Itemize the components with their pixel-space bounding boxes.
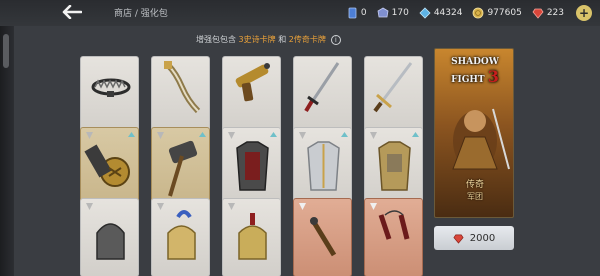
info-epic-count: 3史诗卡牌 xyxy=(238,35,276,44)
crested-helmet-icon xyxy=(238,213,267,260)
plus-icon: + xyxy=(578,6,590,20)
left-edge xyxy=(0,0,14,276)
hand-cannon-icon xyxy=(235,63,270,102)
currency-coins: 977605 xyxy=(472,7,522,19)
pack-price: 2000 xyxy=(469,232,496,244)
plate-armor-icon xyxy=(307,141,340,191)
breadcrumb: 商店 / 强化包 xyxy=(114,9,168,19)
ruby-icon xyxy=(453,233,464,244)
helmet-icon xyxy=(96,223,125,260)
currency-shards: 170 xyxy=(377,7,409,19)
logo-line1: SHADOW xyxy=(451,57,499,67)
info-and: 和 xyxy=(278,35,287,44)
card-heavy-armor[interactable] xyxy=(222,127,281,206)
back-button[interactable] xyxy=(58,2,86,22)
gem-blue-icon xyxy=(419,7,431,19)
booster-pack[interactable]: SHADOW FIGHT 3 传奇 军团 xyxy=(434,48,514,218)
shield-icon xyxy=(84,144,130,187)
currency-bar: 0 170 44324 977605 223 + xyxy=(336,4,592,22)
card-bear-trap[interactable] xyxy=(80,56,139,135)
armor-icon xyxy=(378,141,411,191)
card-war-hammer[interactable] xyxy=(151,127,210,206)
bear-trap-icon xyxy=(91,78,131,97)
card-shield[interactable] xyxy=(80,127,139,206)
pack-contents-info: 增强包包含 3史诗卡牌 和 2传奇卡牌 i xyxy=(196,34,341,45)
pack-faction: 军团 xyxy=(467,192,483,201)
saber-icon xyxy=(373,62,413,113)
katana-icon xyxy=(304,62,340,113)
currency-value: 977605 xyxy=(487,8,522,18)
card-armor[interactable] xyxy=(364,127,423,206)
card-grid xyxy=(80,56,424,276)
logo-line2: FIGHT xyxy=(451,75,485,85)
pack-rarity: 传奇 xyxy=(465,180,484,190)
add-currency-button[interactable]: + xyxy=(576,5,592,21)
card-nunchaku[interactable] xyxy=(364,198,423,276)
game-logo: SHADOW FIGHT 3 xyxy=(437,57,513,86)
war-hammer-icon xyxy=(168,140,198,197)
shard-icon xyxy=(377,7,389,18)
info-legendary-count: 2传奇卡牌 xyxy=(288,35,326,44)
card-scimitar[interactable] xyxy=(151,56,210,135)
arrow-left-icon xyxy=(62,5,82,19)
top-bar: 商店 / 强化包 0 170 44324 977605 223 + xyxy=(0,0,600,26)
card-helmet[interactable] xyxy=(80,198,139,276)
scimitar-icon xyxy=(164,61,201,114)
card-helmet-plumed[interactable] xyxy=(151,198,210,276)
coin-icon xyxy=(473,7,484,19)
currency-value: 223 xyxy=(546,8,564,18)
card-icon xyxy=(348,7,357,19)
card-katana[interactable] xyxy=(293,56,352,135)
plumed-helmet-icon xyxy=(167,210,196,260)
currency-card-count: 0 xyxy=(346,7,367,19)
currency-value: 170 xyxy=(391,8,409,18)
ruby-icon xyxy=(532,8,544,19)
heavy-armor-icon xyxy=(236,141,269,191)
card-saber[interactable] xyxy=(364,56,423,135)
edge-handle xyxy=(3,34,9,68)
currency-energy: 44324 xyxy=(419,7,463,19)
card-hand-cannon[interactable] xyxy=(222,56,281,135)
card-plate-armor[interactable] xyxy=(293,127,352,206)
currency-value: 44324 xyxy=(433,8,463,18)
info-prefix: 增强包包含 xyxy=(196,35,236,44)
nunchaku-icon xyxy=(378,210,410,240)
currency-gems: 223 xyxy=(532,7,564,19)
ranged-weapon-icon xyxy=(309,217,337,257)
info-icon[interactable]: i xyxy=(330,34,341,45)
card-helmet-crested[interactable] xyxy=(222,198,281,276)
buy-pack-button[interactable]: 2000 xyxy=(434,226,514,250)
currency-value: 0 xyxy=(360,8,367,18)
card-ranged-weapon[interactable] xyxy=(293,198,352,276)
logo-number: 3 xyxy=(487,67,499,86)
